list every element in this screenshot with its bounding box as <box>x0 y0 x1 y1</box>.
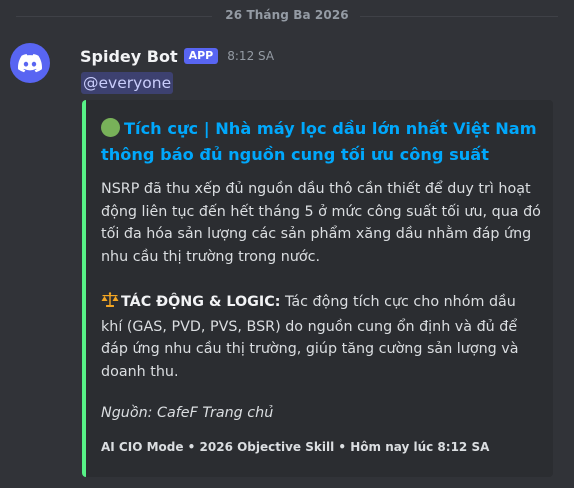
embed-description: NSRP đã thu xếp đủ nguồn dầu thô cần thi… <box>101 178 541 268</box>
discord-logo-icon <box>18 53 42 72</box>
description-text: NSRP đã thu xếp đủ nguồn dầu thô cần thi… <box>101 181 541 265</box>
embed-accent-bar <box>82 100 86 477</box>
everyone-mention[interactable]: @everyone <box>81 72 174 94</box>
source-text: Nguồn: CafeF Trang chủ <box>101 405 274 421</box>
date-divider-text: 26 Tháng Ba 2026 <box>225 8 349 22</box>
impact-label: TÁC ĐỘNG & LOGIC: <box>121 294 281 310</box>
app-badge: APP <box>183 48 219 64</box>
embed-title[interactable]: Tích cực | Nhà máy lọc dầu lớn nhất Việt… <box>101 116 541 168</box>
green-circle-icon <box>101 118 120 137</box>
impact-section: TÁC ĐỘNG & LOGIC: Tác động tích cực cho … <box>101 291 541 383</box>
divider-line-right <box>360 16 558 17</box>
author-name[interactable]: Spidey Bot <box>80 47 178 66</box>
message-timestamp[interactable]: 8:12 SA <box>227 49 274 63</box>
message-header: Spidey Bot APP 8:12 SA <box>80 45 274 67</box>
avatar[interactable] <box>10 43 50 83</box>
embed-title-text[interactable]: Tích cực | Nhà máy lọc dầu lớn nhất Việt… <box>101 119 537 164</box>
balance-scale-icon <box>101 292 119 316</box>
embed-footer: AI CIO Mode • 2026 Objective Skill • Hôm… <box>101 440 490 454</box>
date-divider: 26 Tháng Ba 2026 <box>0 7 574 27</box>
news-embed: Tích cực | Nhà máy lọc dầu lớn nhất Việt… <box>82 100 553 477</box>
